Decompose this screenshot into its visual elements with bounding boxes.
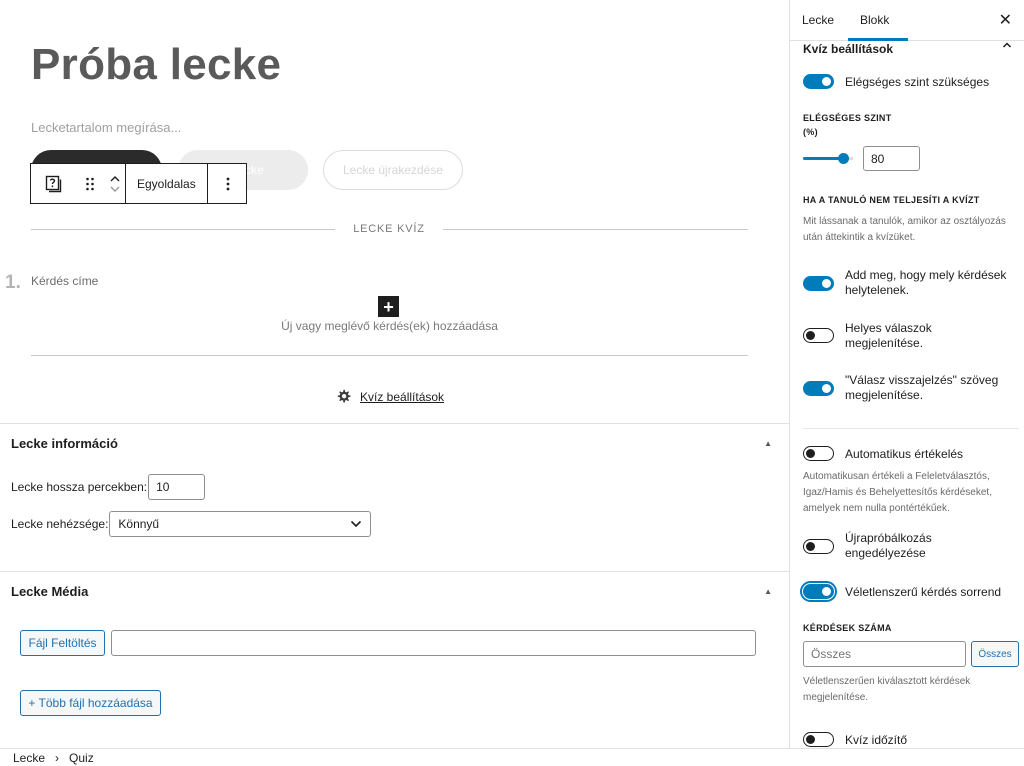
close-icon[interactable]: ✕ <box>999 10 1012 30</box>
move-buttons <box>105 164 125 203</box>
lesson-media-metabox: Lecke Média ▲ Fájl Feltöltés + Több fájl… <box>0 571 789 748</box>
random-order-toggle[interactable] <box>800 581 837 602</box>
pass-level-slider-thumb[interactable] <box>838 153 849 164</box>
lesson-difficulty-select[interactable]: Könnyű <box>109 511 372 537</box>
lesson-info-header[interactable]: Lecke információ ▲ <box>0 424 789 462</box>
question-separator <box>31 355 748 356</box>
quiz-timer-label: Kvíz időzítő <box>845 733 908 747</box>
tab-lesson[interactable]: Lecke <box>802 13 834 27</box>
quiz-settings-section-title[interactable]: Kvíz beállítások <box>803 42 893 56</box>
sidebar-divider <box>803 428 1019 429</box>
collapse-caret-icon[interactable]: ▲ <box>764 587 772 596</box>
lesson-media-header[interactable]: Lecke Média ▲ <box>0 572 789 610</box>
breadcrumb-item-quiz[interactable]: Quiz <box>69 751 94 765</box>
active-tab-indicator <box>848 38 908 41</box>
fail-caption: HA A TANULÓ NEM TELJESÍTI A KVÍZT <box>803 195 980 205</box>
chevron-down-icon <box>351 520 362 528</box>
question-count-caption: KÉRDÉSEK SZÁMA <box>803 623 892 633</box>
quiz-settings-link[interactable]: Kvíz beállítások <box>336 389 444 404</box>
chevron-up-icon[interactable] <box>1002 40 1012 52</box>
question-count-all-button[interactable]: Összes <box>971 641 1019 667</box>
show-correct-toggle[interactable] <box>803 328 834 343</box>
block-style-group: Egyoldalas <box>126 164 208 203</box>
collapse-caret-icon[interactable]: ▲ <box>764 439 772 448</box>
auto-grade-label: Automatikus értékelés <box>845 447 964 461</box>
show-correct-label: Helyes válaszok megjelenítése. <box>845 321 932 350</box>
tab-block[interactable]: Blokk <box>860 13 889 27</box>
question-number: 1. <box>5 272 21 293</box>
show-incorrect-label: Add meg, hogy mely kérdések helytelenek. <box>845 268 1007 297</box>
pass-level-unit: (%) <box>803 127 818 137</box>
auto-grade-help-text: Automatikusan értékeli a Feleletválasztó… <box>803 471 992 514</box>
quiz-separator-left <box>31 229 335 230</box>
show-incorrect-toggle[interactable] <box>803 276 834 291</box>
chevron-up-icon[interactable] <box>109 174 121 184</box>
lesson-media-title: Lecke Média <box>11 583 89 599</box>
reset-lesson-button[interactable]: Lecke újrakezdése <box>323 150 463 190</box>
block-type-group <box>31 164 126 203</box>
add-more-files-button[interactable]: + Több fájl hozzáadása <box>20 690 161 716</box>
lesson-difficulty-label: Lecke nehézsége: <box>11 517 109 531</box>
sidebar-tabs: Lecke Blokk ✕ <box>790 0 1024 41</box>
file-upload-button[interactable]: Fájl Feltöltés <box>20 630 105 656</box>
question-count-help-text: Véletlenszerűen kiválasztott kérdések me… <box>803 676 971 703</box>
settings-sidebar: Lecke Blokk ✕ Kvíz beállítások Elégséges… <box>789 0 1024 748</box>
block-breadcrumb: Lecke › Quiz <box>0 748 1024 766</box>
quiz-timer-toggle[interactable] <box>803 732 834 747</box>
lesson-info-title: Lecke információ <box>11 435 118 451</box>
lesson-length-label: Lecke hossza percekben: <box>11 480 148 494</box>
breadcrumb-separator: › <box>55 750 60 765</box>
lesson-length-input[interactable]: 10 <box>148 474 206 500</box>
quiz-separator-label: LECKE KVÍZ <box>353 223 425 235</box>
pass-required-toggle[interactable] <box>803 74 834 89</box>
allow-retry-label: Újrapróbálkozás engedélyezése <box>845 531 932 560</box>
lesson-info-metabox: Lecke információ ▲ Lecke hossza percekbe… <box>0 423 789 571</box>
allow-retry-toggle[interactable] <box>803 539 834 554</box>
add-question-label[interactable]: Új vagy meglévő kérdés(ek) hozzáadása <box>31 319 748 333</box>
content-placeholder[interactable]: Lecketartalom megírása... <box>31 120 181 135</box>
quiz-block-icon[interactable] <box>31 164 75 203</box>
lesson-length-row: Lecke hossza percekben: 10 <box>11 474 206 500</box>
pass-required-label: Elégséges szint szükséges <box>845 75 990 89</box>
auto-grade-toggle[interactable] <box>803 446 834 461</box>
gear-icon <box>337 389 351 403</box>
chevron-down-icon[interactable] <box>109 184 121 194</box>
quiz-separator-right <box>443 229 748 230</box>
block-toolbar: Egyoldalas <box>30 163 247 204</box>
question-title-input[interactable]: Kérdés címe <box>31 274 98 288</box>
show-feedback-toggle[interactable] <box>803 381 834 396</box>
random-order-label: Véletlenszerű kérdés sorrend <box>845 585 1002 599</box>
more-vertical-icon[interactable] <box>208 164 249 203</box>
breadcrumb-item-lesson[interactable]: Lecke <box>13 751 45 765</box>
lesson-difficulty-value: Könnyű <box>118 517 160 531</box>
pass-level-caption: ELÉGSÉGES SZINT <box>803 113 892 123</box>
fail-help-text: Mit lássanak a tanulók, amikor az osztál… <box>803 216 1006 243</box>
plus-icon[interactable]: + <box>378 296 399 317</box>
quiz-settings-label: Kvíz beállítások <box>360 389 445 404</box>
block-options-group <box>208 164 249 203</box>
lesson-difficulty-row: Lecke nehézsége: Könnyű <box>11 511 372 537</box>
file-url-input[interactable] <box>111 630 756 656</box>
question-count-input[interactable] <box>803 641 966 667</box>
drag-handle-icon[interactable] <box>75 164 105 203</box>
show-feedback-label: "Válasz visszajelzés" szöveg megjeleníté… <box>845 373 999 402</box>
post-title[interactable]: Próba lecke <box>31 40 281 90</box>
editor-canvas: Próba lecke Lecketartalom megírása... s … <box>0 0 789 748</box>
pass-level-input[interactable]: 80 <box>863 146 920 171</box>
layout-style-button[interactable]: Egyoldalas <box>126 164 207 203</box>
